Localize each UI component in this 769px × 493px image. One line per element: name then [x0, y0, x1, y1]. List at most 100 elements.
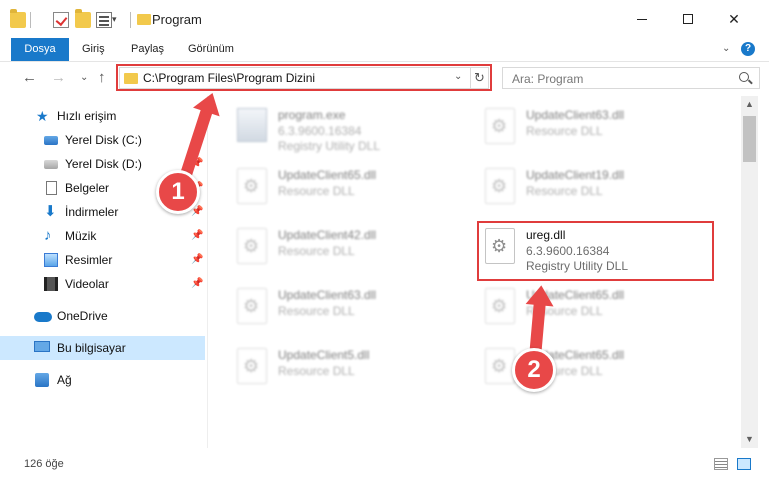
scroll-up-icon[interactable]: ▲: [741, 96, 758, 113]
address-highlight-box: [116, 64, 492, 91]
star-icon: ★: [36, 108, 49, 124]
sidebar-item-this-pc[interactable]: Bu bilgisayar: [0, 336, 205, 360]
customize-toolbar-icon[interactable]: [96, 12, 112, 28]
dll-file-icon: [485, 288, 515, 324]
recent-locations-button[interactable]: ⌄: [80, 72, 88, 83]
sidebar-item-videos[interactable]: Videolar 📌: [0, 272, 205, 296]
sidebar-item-label: Yerel Disk (C:): [65, 133, 142, 147]
dll-file-icon: [237, 348, 267, 384]
sidebar-item-label: Bu bilgisayar: [57, 341, 126, 355]
music-icon: ♪: [44, 227, 52, 244]
minimize-button[interactable]: [619, 0, 665, 38]
sidebar-item-label: Belgeler: [65, 181, 110, 195]
collapse-ribbon-icon[interactable]: ⌄: [722, 43, 730, 54]
tab-share[interactable]: Paylaş: [131, 38, 164, 61]
pin-icon[interactable]: 📌: [191, 272, 203, 296]
onedrive-icon: [34, 312, 52, 322]
title-bar: ▾ Program ✕: [0, 0, 769, 38]
quick-access-separator: [30, 12, 31, 28]
scroll-down-icon[interactable]: ▼: [741, 431, 758, 448]
file-name: UpdateClient63.dll: [278, 288, 377, 302]
file-item[interactable]: UpdateClient63.dll Resource DLL: [477, 98, 717, 154]
file-version: 6.3.9600.16384: [278, 124, 362, 138]
maximize-button[interactable]: [665, 0, 711, 38]
sidebar-item-label: İndirmeler: [65, 205, 119, 219]
file-description: Resource DLL: [526, 184, 603, 198]
this-pc-icon: [34, 341, 50, 352]
callout-badge-2: 2: [512, 348, 556, 392]
file-description: Resource DLL: [278, 184, 355, 198]
dll-file-icon: [237, 228, 267, 264]
file-item-program-exe[interactable]: program.exe 6.3.9600.16384 Registry Util…: [229, 98, 469, 154]
help-icon[interactable]: ?: [741, 42, 755, 56]
sidebar-item-quick-access[interactable]: ★ Hızlı erişim: [0, 104, 205, 128]
dll-file-icon: [485, 348, 515, 384]
dll-file-icon: [237, 288, 267, 324]
file-description: Resource DLL: [278, 304, 355, 318]
search-input[interactable]: Ara: Program: [512, 72, 583, 86]
vertical-scrollbar[interactable]: ▲ ▼: [741, 96, 758, 448]
file-item[interactable]: UpdateClient65.dll Resource DLL: [477, 278, 717, 334]
file-description: Resource DLL: [278, 244, 355, 258]
item-count: 126 öğe: [24, 458, 64, 470]
window-folder-icon: [137, 14, 151, 25]
sidebar-item-onedrive[interactable]: OneDrive: [0, 304, 205, 328]
file-item[interactable]: UpdateClient19.dll Resource DLL: [477, 158, 717, 214]
up-button[interactable]: ↑: [98, 69, 106, 86]
sidebar-item-label: Resimler: [65, 253, 113, 267]
sidebar-item-label: Hızlı erişim: [57, 109, 117, 123]
file-name: program.exe: [278, 108, 346, 122]
large-icons-view-icon[interactable]: [737, 458, 751, 470]
download-icon: ⬇: [44, 203, 57, 220]
dll-file-icon: [237, 168, 267, 204]
dll-file-icon: [485, 168, 515, 204]
file-description: Resource DLL: [526, 124, 603, 138]
window-title: Program: [152, 12, 202, 27]
file-name: UpdateClient19.dll: [526, 168, 625, 182]
quick-access-dropdown-icon[interactable]: ▾: [112, 14, 117, 25]
pictures-icon: [44, 253, 58, 267]
sidebar-item-local-disk-c[interactable]: Yerel Disk (C:) 📌: [0, 128, 205, 152]
tab-home[interactable]: Giriş: [82, 38, 105, 61]
callout-badge-1: 1: [156, 170, 200, 214]
tab-view[interactable]: Görünüm: [188, 38, 234, 61]
file-name: UpdateClient42.dll: [278, 228, 377, 242]
forward-button[interactable]: →: [51, 69, 66, 86]
videos-icon: [44, 277, 58, 291]
minimize-icon: [637, 18, 647, 20]
scroll-thumb[interactable]: [743, 116, 756, 162]
sidebar-item-label: Videolar: [65, 277, 109, 291]
exe-file-icon: [237, 108, 267, 142]
maximize-icon: [683, 14, 693, 24]
file-description: Registry Utility DLL: [278, 139, 381, 153]
details-view-icon[interactable]: [714, 458, 728, 470]
file-name: UpdateClient65.dll: [278, 168, 377, 182]
sidebar-item-label: Yerel Disk (D:): [65, 157, 142, 171]
navigation-pane: ★ Hızlı erişim Yerel Disk (C:) 📌 Yerel D…: [0, 96, 208, 448]
file-name: UpdateClient63.dll: [526, 108, 625, 122]
file-item[interactable]: UpdateClient65.dll Resource DLL: [229, 158, 469, 214]
file-highlight-box: [477, 221, 714, 281]
sidebar-item-label: Müzik: [65, 229, 97, 243]
file-item[interactable]: UpdateClient5.dll Resource DLL: [229, 338, 469, 394]
close-button[interactable]: ✕: [711, 0, 757, 38]
file-item[interactable]: UpdateClient63.dll Resource DLL: [229, 278, 469, 334]
tab-file[interactable]: Dosya: [11, 38, 69, 61]
pin-icon[interactable]: 📌: [191, 224, 203, 248]
pin-icon[interactable]: 📌: [191, 248, 203, 272]
file-name: UpdateClient5.dll: [278, 348, 370, 362]
sidebar-item-pictures[interactable]: Resimler 📌: [0, 248, 205, 272]
back-button[interactable]: ←: [22, 69, 37, 86]
sidebar-item-music[interactable]: ♪ Müzik 📌: [0, 224, 205, 248]
search-icon[interactable]: [739, 72, 749, 82]
disk-c-icon: [44, 136, 58, 145]
search-box[interactable]: Ara: Program: [502, 67, 760, 89]
file-item[interactable]: UpdateClient42.dll Resource DLL: [229, 218, 469, 274]
network-icon: [35, 373, 49, 387]
title-separator: [130, 12, 131, 28]
properties-check-icon[interactable]: [53, 12, 69, 28]
folder-icon[interactable]: [10, 9, 26, 28]
sidebar-item-label: OneDrive: [57, 309, 108, 323]
sidebar-item-network[interactable]: Ağ: [0, 368, 205, 392]
new-folder-icon[interactable]: [75, 9, 91, 28]
